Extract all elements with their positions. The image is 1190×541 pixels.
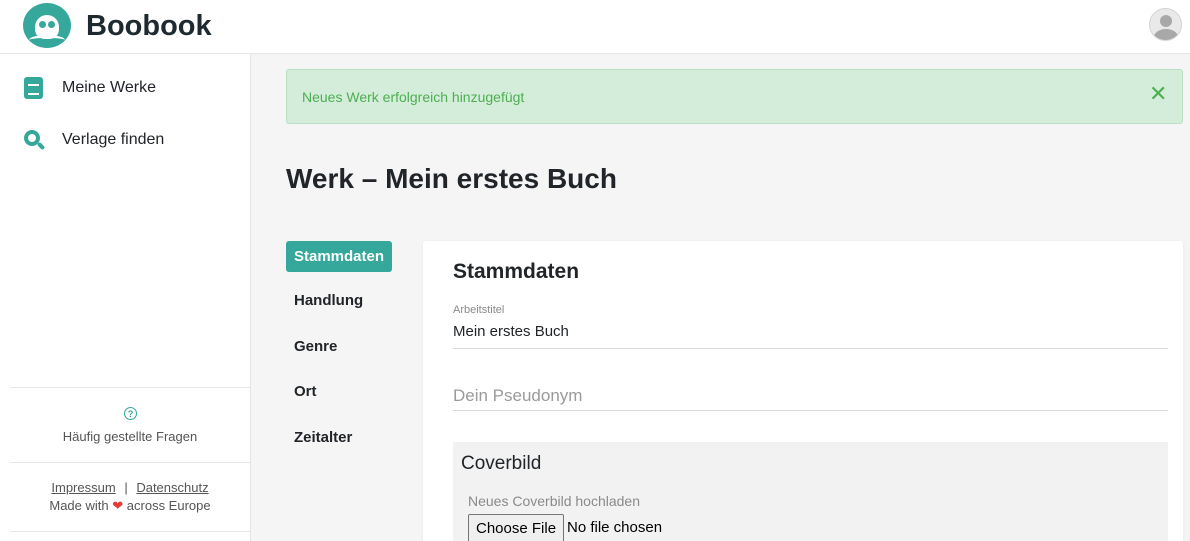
made-with-suffix: across Europe [126,498,211,513]
pseudonym-input[interactable] [453,386,1168,406]
tab-ort[interactable]: Ort [286,376,325,407]
user-avatar-icon[interactable] [1149,8,1182,41]
sidebar-item-label: Meine Werke [62,79,156,96]
cover-title: Coverbild [461,453,542,474]
sidebar-divider [10,462,251,463]
book-icon [23,77,45,99]
top-bar: Boobook [0,0,1190,54]
sidebar-divider [10,531,251,532]
sidebar-item-meine-werke[interactable]: Meine Werke [23,73,156,103]
heart-icon: ❤ [112,498,124,513]
tab-zeitalter[interactable]: Zeitalter [286,422,360,453]
sidebar-item-label: Verlage finden [62,131,165,148]
alert-message: Neues Werk erfolgreich hinzugefügt [302,89,525,105]
brand-name[interactable]: Boobook [86,10,212,43]
faq-link[interactable]: Häufig gestellte Fragen [0,429,260,444]
choose-file-button[interactable]: Choose File [468,514,565,541]
sidebar-divider [10,387,251,388]
footer-links: Impressum | Datenschutz [0,480,260,495]
success-alert: Neues Werk erfolgreich hinzugefügt ✕ [286,69,1183,124]
owl-logo-icon[interactable] [23,3,71,48]
arbeitstitel-label: Arbeitstitel [453,304,505,316]
tab-handlung[interactable]: Handlung [286,285,371,316]
field-underline [453,410,1168,411]
made-with-text: Made with ❤ across Europe [0,498,260,514]
card-title: Stammdaten [453,260,580,283]
file-status: No file chosen [567,519,663,536]
field-underline [453,348,1168,349]
question-circle-icon[interactable]: ? [124,407,137,420]
sidebar: Meine Werke Verlage finden ? Häufig gest… [0,54,251,541]
cover-upload-label: Neues Coverbild hochladen [468,493,640,509]
tab-stammdaten[interactable]: Stammdaten [286,241,393,272]
arbeitstitel-field[interactable]: Mein erstes Buch [453,323,569,340]
search-icon [23,129,46,151]
made-with-prefix: Made with [49,498,109,513]
datenschutz-link[interactable]: Datenschutz [136,480,208,495]
cover-section: Coverbild Neues Coverbild hochladen Choo… [453,442,1168,541]
tab-genre[interactable]: Genre [286,331,345,362]
sidebar-item-verlage-finden[interactable]: Verlage finden [23,125,164,155]
footer-separator: | [124,480,128,495]
impressum-link[interactable]: Impressum [51,480,115,495]
stammdaten-card: Stammdaten Arbeitstitel Mein erstes Buch… [423,241,1183,541]
close-icon[interactable]: ✕ [1149,81,1167,107]
page-title: Werk – Mein erstes Buch [286,163,617,194]
